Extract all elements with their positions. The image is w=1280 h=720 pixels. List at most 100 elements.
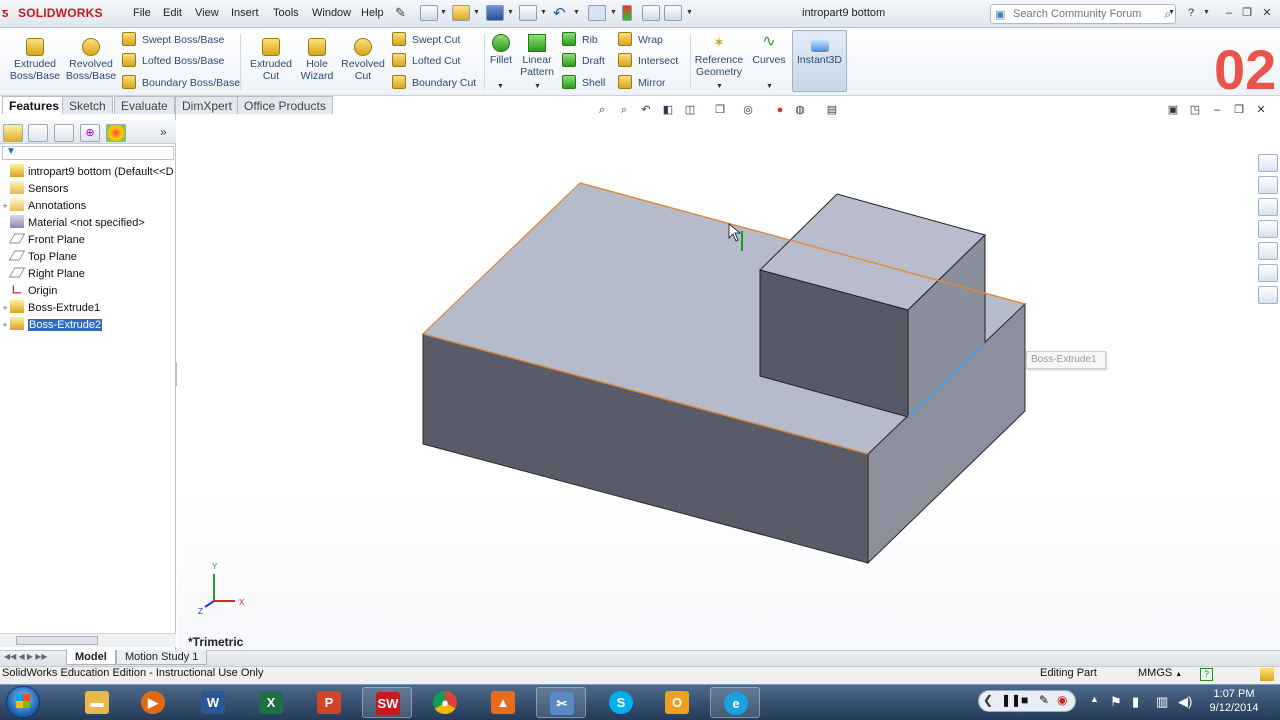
- chevron-down-icon[interactable]: ▼: [1203, 9, 1210, 16]
- taskbar-excel[interactable]: X: [246, 687, 296, 718]
- appearances-icon[interactable]: [1258, 264, 1278, 282]
- chevron-down-icon[interactable]: ▼: [507, 9, 514, 16]
- tab-sketch[interactable]: Sketch: [62, 96, 113, 114]
- extruded-boss-button[interactable]: Extruded Boss/Base: [8, 38, 62, 82]
- feature-tree-item[interactable]: + Boss-Extrude2: [0, 317, 176, 334]
- record-icon[interactable]: ◉: [1057, 693, 1067, 707]
- graphics-area[interactable]: Y X Z: [177, 114, 1280, 650]
- taskbar-internet-explorer[interactable]: e: [710, 687, 760, 718]
- taskbar-snipping-tool[interactable]: ✂: [536, 687, 586, 718]
- view-orientation-icon[interactable]: ◫: [682, 102, 698, 118]
- display-manager-icon[interactable]: [106, 124, 126, 142]
- chevron-down-icon[interactable]: ▼: [1168, 9, 1175, 16]
- revolved-cut-button[interactable]: Revolved Cut: [338, 38, 388, 82]
- feature-tree-item[interactable]: Top Plane: [0, 249, 176, 266]
- viewport-split-icon[interactable]: ▣: [1166, 103, 1180, 117]
- solidworks-logo[interactable]: ƽ SOLIDWORKS: [2, 5, 120, 23]
- print-icon[interactable]: [519, 5, 537, 21]
- tab-motion-study-1[interactable]: Motion Study 1: [116, 650, 208, 665]
- intersect-button[interactable]: Intersect: [618, 53, 678, 69]
- apply-scene-icon[interactable]: ◍: [792, 102, 808, 118]
- feature-tree-item[interactable]: + Boss-Extrude1: [0, 300, 176, 317]
- lofted-boss-button[interactable]: Lofted Boss/Base: [122, 53, 224, 69]
- tab-nav-arrows-icon[interactable]: ◀◀ ◀ ▶ ▶▶: [4, 652, 48, 661]
- lofted-cut-button[interactable]: Lofted Cut: [392, 53, 460, 69]
- expand-panel-icon[interactable]: »: [160, 125, 167, 139]
- feature-tree-item[interactable]: + Annotations: [0, 198, 176, 215]
- menu-edit[interactable]: Edit: [163, 7, 182, 19]
- property-manager-icon[interactable]: [28, 124, 48, 142]
- pin-icon[interactable]: ✎: [395, 5, 406, 21]
- chevron-down-icon[interactable]: ▼: [540, 9, 547, 16]
- help-icon[interactable]: ?: [1184, 6, 1198, 20]
- feature-tree-item[interactable]: Material <not specified>: [0, 215, 176, 232]
- taskbar-powerpoint[interactable]: P: [304, 687, 354, 718]
- device-icon[interactable]: ▮: [1132, 694, 1139, 710]
- chevron-down-icon[interactable]: ▼: [766, 83, 773, 90]
- hole-wizard-button[interactable]: Hole Wizard: [296, 38, 338, 82]
- menu-view[interactable]: View: [195, 7, 219, 19]
- system-clock[interactable]: 1:07 PM 9/12/2014: [1202, 687, 1266, 715]
- tab-evaluate[interactable]: Evaluate: [114, 96, 175, 114]
- feature-tree-item[interactable]: Sensors: [0, 181, 176, 198]
- chevron-down-icon[interactable]: ▼: [534, 83, 541, 90]
- restore-button[interactable]: ❐: [1240, 6, 1254, 20]
- new-document-icon[interactable]: [420, 5, 438, 21]
- open-folder-icon[interactable]: [452, 5, 470, 21]
- menu-file[interactable]: File: [133, 7, 151, 19]
- file-explorer-icon[interactable]: [1258, 220, 1278, 238]
- chevron-down-icon[interactable]: ▼: [610, 9, 617, 16]
- zoom-to-area-icon[interactable]: ⌕: [616, 102, 632, 118]
- viewport-tile-icon[interactable]: ◳: [1188, 103, 1202, 117]
- close-button[interactable]: ✕: [1260, 6, 1274, 20]
- linear-pattern-button[interactable]: Linear Pattern: [518, 34, 556, 78]
- shell-button[interactable]: Shell: [562, 75, 605, 91]
- solidworks-resources-icon[interactable]: [1258, 154, 1278, 172]
- mirror-button[interactable]: Mirror: [618, 75, 665, 91]
- draw-icon[interactable]: ✎: [1039, 693, 1049, 707]
- doc-close-button[interactable]: ✕: [1254, 103, 1268, 117]
- boundary-cut-button[interactable]: Boundary Cut: [392, 75, 476, 91]
- doc-restore-button[interactable]: ❐: [1232, 103, 1246, 117]
- draft-button[interactable]: Draft: [562, 53, 605, 69]
- file-properties-icon[interactable]: [642, 5, 660, 21]
- stop-icon[interactable]: ■: [1021, 693, 1028, 707]
- view-settings-icon[interactable]: ▤: [824, 102, 840, 118]
- previous-view-icon[interactable]: ↶: [638, 102, 654, 118]
- feature-tree-item[interactable]: Front Plane: [0, 232, 176, 249]
- edit-appearance-icon[interactable]: ●: [772, 102, 788, 118]
- tab-model[interactable]: Model: [66, 650, 116, 665]
- tree-expander-icon[interactable]: +: [0, 300, 10, 317]
- menu-help[interactable]: Help: [361, 7, 384, 19]
- back-icon[interactable]: ❮: [983, 693, 993, 707]
- options-icon[interactable]: [664, 5, 682, 21]
- rib-button[interactable]: Rib: [562, 32, 598, 48]
- taskbar-word[interactable]: W: [188, 687, 238, 718]
- feature-tree-icon[interactable]: [3, 124, 23, 142]
- feature-tree-item[interactable]: intropart9 bottom (Default<<D: [0, 164, 176, 181]
- taskbar-chrome[interactable]: ●: [420, 687, 470, 718]
- undo-icon[interactable]: ↶: [553, 4, 566, 22]
- tab-office-products[interactable]: Office Products: [237, 96, 333, 114]
- taskbar-explorer[interactable]: ▬: [72, 687, 122, 718]
- search-input[interactable]: [1013, 8, 1153, 20]
- rebuild-icon[interactable]: [622, 5, 632, 21]
- taskbar-media-player[interactable]: ▶: [128, 687, 178, 718]
- show-hidden-icons[interactable]: ▲: [1090, 694, 1099, 704]
- dimxpert-manager-icon[interactable]: ⊕: [80, 124, 100, 142]
- zoom-to-fit-icon[interactable]: ⌕: [594, 102, 610, 118]
- taskbar-outlook[interactable]: O: [652, 687, 702, 718]
- view-palette-icon[interactable]: [1258, 242, 1278, 260]
- section-view-icon[interactable]: ◧: [660, 102, 676, 118]
- chevron-down-icon[interactable]: ▼: [440, 9, 447, 16]
- menu-tools[interactable]: Tools: [273, 7, 299, 19]
- start-button[interactable]: [6, 686, 40, 718]
- curves-button[interactable]: ∿ Curves: [750, 34, 788, 67]
- doc-minimize-button[interactable]: –: [1210, 103, 1224, 117]
- menu-insert[interactable]: Insert: [231, 7, 259, 19]
- fillet-button[interactable]: Fillet: [486, 34, 516, 66]
- help-status-icon[interactable]: ?: [1200, 668, 1213, 681]
- design-library-icon[interactable]: [1258, 198, 1278, 216]
- recorder-controls[interactable]: ❮ ❚❚ ■ ✎ ◉: [978, 690, 1076, 712]
- pause-icon[interactable]: ❚❚: [1001, 693, 1021, 707]
